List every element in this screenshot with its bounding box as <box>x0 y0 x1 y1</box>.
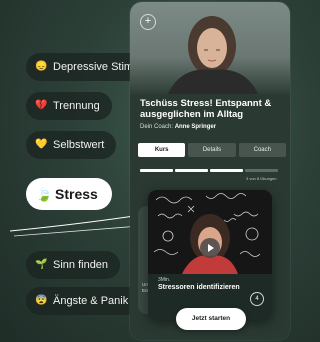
tab-details[interactable]: Details <box>188 143 236 157</box>
progress-segment <box>245 169 278 172</box>
progress-segment <box>210 169 243 172</box>
coach-line: Dein Coach: Anne Springer <box>140 124 216 130</box>
lesson-card[interactable]: 3Min. Stressoren identifizieren 4 <box>148 190 272 320</box>
coach-name: Anne Springer <box>174 124 217 130</box>
lesson-duration: 3Min. <box>158 277 171 283</box>
course-progress-bar <box>140 169 278 172</box>
progress-segment <box>175 169 208 172</box>
coach-prefix: Dein Coach: <box>140 124 174 130</box>
progress-text: 3 von 8 Übungen <box>246 176 277 181</box>
progress-segment <box>140 169 173 172</box>
chalkboard-illustration <box>153 193 261 274</box>
course-tabs: Kurs Details Coach <box>138 143 286 157</box>
tab-kurs[interactable]: Kurs <box>138 143 186 157</box>
plus-icon[interactable]: + <box>140 14 156 30</box>
lesson-number: 4 <box>250 292 264 306</box>
lesson-image <box>148 190 272 274</box>
coach-hero-image: + <box>130 2 290 94</box>
start-button[interactable]: Jetzt starten <box>176 308 246 330</box>
lesson-title: Stressoren identifizieren <box>158 284 240 291</box>
tab-coach[interactable]: Coach <box>238 143 286 157</box>
play-icon[interactable] <box>200 238 220 258</box>
course-title: Tschüss Stress! Entspannt & ausgeglichen… <box>140 98 272 120</box>
